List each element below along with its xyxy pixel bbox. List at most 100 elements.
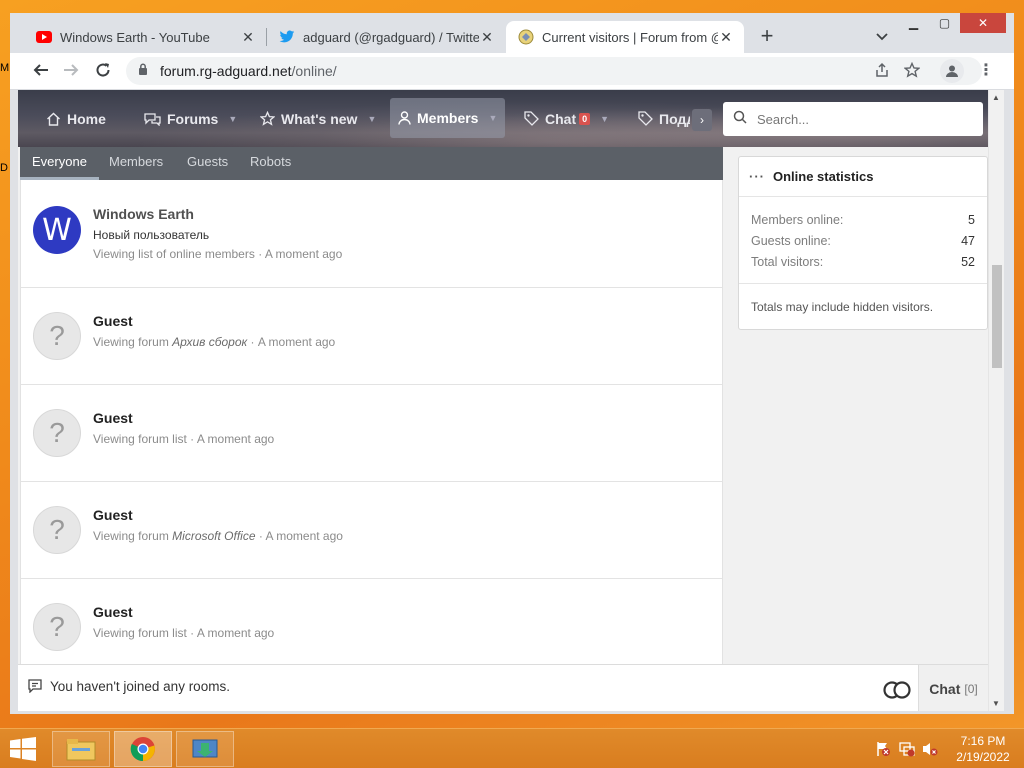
avatar: ?	[33, 409, 81, 457]
lock-icon[interactable]	[138, 63, 148, 81]
activity-text: Viewing forum list · A moment ago	[93, 432, 274, 446]
new-tab-button[interactable]: +	[755, 25, 779, 47]
volume-muted-icon[interactable]	[922, 741, 938, 762]
window-controls: ▁ ▢ ✕	[898, 13, 1006, 33]
divider	[739, 283, 987, 284]
address-bar[interactable]: forum.rg-adguard.net/online/	[126, 57, 982, 85]
youtube-icon	[36, 29, 52, 45]
chat-button[interactable]: Chat [0]	[918, 665, 988, 711]
nav-more[interactable]: Подд	[638, 90, 690, 147]
chat-status-text: You haven't joined any rooms.	[50, 679, 230, 694]
nav-chat[interactable]: Chat 0 ▼	[524, 90, 609, 147]
chat-bar: You haven't joined any rooms. Chat [0]	[18, 664, 988, 711]
nav-forums-label: Forums	[167, 110, 219, 127]
tab-title: Current visitors | Forum from @rg	[542, 29, 718, 45]
chat-count-badge: 0	[579, 112, 591, 125]
taskbar-app-icon[interactable]	[176, 731, 234, 767]
browser-window: Windows Earth - YouTube ✕ adguard (@rgad…	[10, 13, 1014, 714]
tab-search-chevron-icon[interactable]	[876, 28, 888, 44]
url-path: /online/	[291, 63, 337, 79]
close-tab-icon[interactable]: ✕	[479, 29, 495, 46]
search-icon	[733, 110, 747, 129]
nav-members[interactable]: Members ▼	[390, 98, 506, 138]
nav-home[interactable]: Home	[46, 90, 106, 147]
share-icon[interactable]	[874, 62, 890, 82]
nav-scroll-right-icon[interactable]: ›	[692, 109, 712, 131]
desktop-icon-label: M	[0, 62, 10, 74]
nav-whats-new[interactable]: What's new ▼	[260, 90, 376, 147]
close-tab-icon[interactable]: ✕	[718, 29, 734, 46]
avatar[interactable]: W	[33, 206, 81, 254]
tag-icon	[638, 111, 653, 126]
more-dots-icon: ···	[749, 169, 765, 184]
stat-guests: Guests online: 47	[751, 234, 975, 248]
network-icon[interactable]	[899, 741, 915, 762]
activity-label: Viewing forum list	[93, 626, 187, 640]
close-tab-icon[interactable]: ✕	[240, 29, 256, 46]
chevron-down-icon[interactable]: ▼	[600, 114, 609, 124]
tab-strip: Windows Earth - YouTube ✕ adguard (@rgad…	[10, 13, 1014, 53]
url-host: forum.rg-adguard.net	[160, 63, 292, 79]
reload-icon[interactable]	[92, 61, 114, 83]
page-scrollbar[interactable]: ▲ ▼	[988, 90, 1004, 711]
chevron-down-icon[interactable]: ▼	[367, 114, 376, 124]
nav-forums[interactable]: Forums ▼	[144, 90, 237, 147]
flag-icon[interactable]	[875, 741, 891, 762]
chat-message-icon	[28, 679, 42, 698]
stat-label: Total visitors:	[751, 255, 824, 269]
profile-avatar-icon[interactable]	[940, 59, 964, 83]
tab-robots[interactable]: Robots	[250, 147, 291, 180]
tab-youtube[interactable]: Windows Earth - YouTube ✕	[24, 21, 266, 53]
separator: ·	[255, 529, 266, 543]
time-label: A moment ago	[257, 335, 336, 349]
scroll-down-icon[interactable]: ▼	[992, 699, 1000, 708]
guest-name: Guest	[93, 604, 133, 620]
scrollbar-thumb[interactable]	[992, 265, 1002, 368]
bookmark-star-icon[interactable]	[903, 61, 921, 82]
guest-name: Guest	[93, 410, 133, 426]
forum-link[interactable]: Microsoft Office	[172, 529, 255, 543]
activity-label: Viewing forum list	[93, 432, 187, 446]
chevron-down-icon[interactable]: ▼	[228, 114, 237, 124]
taskbar-file-explorer-icon[interactable]	[52, 731, 110, 767]
scroll-up-icon[interactable]: ▲	[992, 93, 1000, 102]
visitor-filter-tabs: Everyone Members Guests Robots	[20, 147, 723, 180]
chevron-down-icon[interactable]: ▼	[488, 113, 497, 123]
list-item: W Windows Earth Новый пользователь Viewi…	[21, 180, 722, 288]
nav-home-label: Home	[67, 110, 106, 127]
forward-arrow-icon[interactable]	[60, 61, 82, 83]
windows-start-icon[interactable]	[10, 737, 36, 766]
close-window-icon[interactable]: ✕	[960, 13, 1006, 33]
search-input[interactable]	[757, 111, 957, 127]
toggle-icon[interactable]	[882, 681, 912, 699]
minimize-icon[interactable]: ▁	[898, 13, 929, 33]
online-statistics-header[interactable]: ··· Online statistics	[739, 157, 987, 197]
forum-search[interactable]	[723, 102, 983, 136]
stat-label: Members online:	[751, 213, 844, 227]
tab-forum-active[interactable]: Current visitors | Forum from @rg ✕	[506, 21, 744, 53]
tab-guests[interactable]: Guests	[187, 147, 228, 180]
separator: ·	[254, 247, 265, 261]
activity-text: Viewing forum Архив сборок · A moment ag…	[93, 335, 335, 349]
time-label: A moment ago	[196, 432, 275, 446]
back-arrow-icon[interactable]	[30, 61, 52, 83]
avatar: ?	[33, 603, 81, 651]
nav-members-label: Members	[417, 110, 479, 126]
stats-note: Totals may include hidden visitors.	[751, 300, 934, 314]
browser-menu-icon[interactable]: ⋮	[978, 60, 994, 80]
page-viewport: Home Forums ▼ What's new ▼ Members ▼ Cha…	[18, 90, 988, 711]
member-name-link[interactable]: Windows Earth	[93, 206, 194, 222]
visitor-list: W Windows Earth Новый пользователь Viewi…	[20, 180, 723, 711]
maximize-icon[interactable]: ▢	[929, 13, 960, 33]
tab-everyone[interactable]: Everyone	[20, 147, 99, 180]
url-text[interactable]: forum.rg-adguard.net/online/	[160, 63, 337, 79]
tab-members[interactable]: Members	[109, 147, 163, 180]
windows-taskbar: 7:16 PM 2/19/2022	[0, 728, 1024, 768]
system-clock[interactable]: 7:16 PM 2/19/2022	[950, 733, 1016, 765]
taskbar-chrome-icon[interactable]	[114, 731, 172, 767]
forum-link[interactable]: Архив сборок	[172, 335, 247, 349]
activity-label: Viewing forum	[93, 335, 169, 349]
list-item: ? Guest Viewing forum list · A moment ag…	[21, 579, 722, 676]
time-label: A moment ago	[196, 626, 275, 640]
tab-twitter[interactable]: adguard (@rgadguard) / Twitter ✕	[267, 21, 505, 53]
